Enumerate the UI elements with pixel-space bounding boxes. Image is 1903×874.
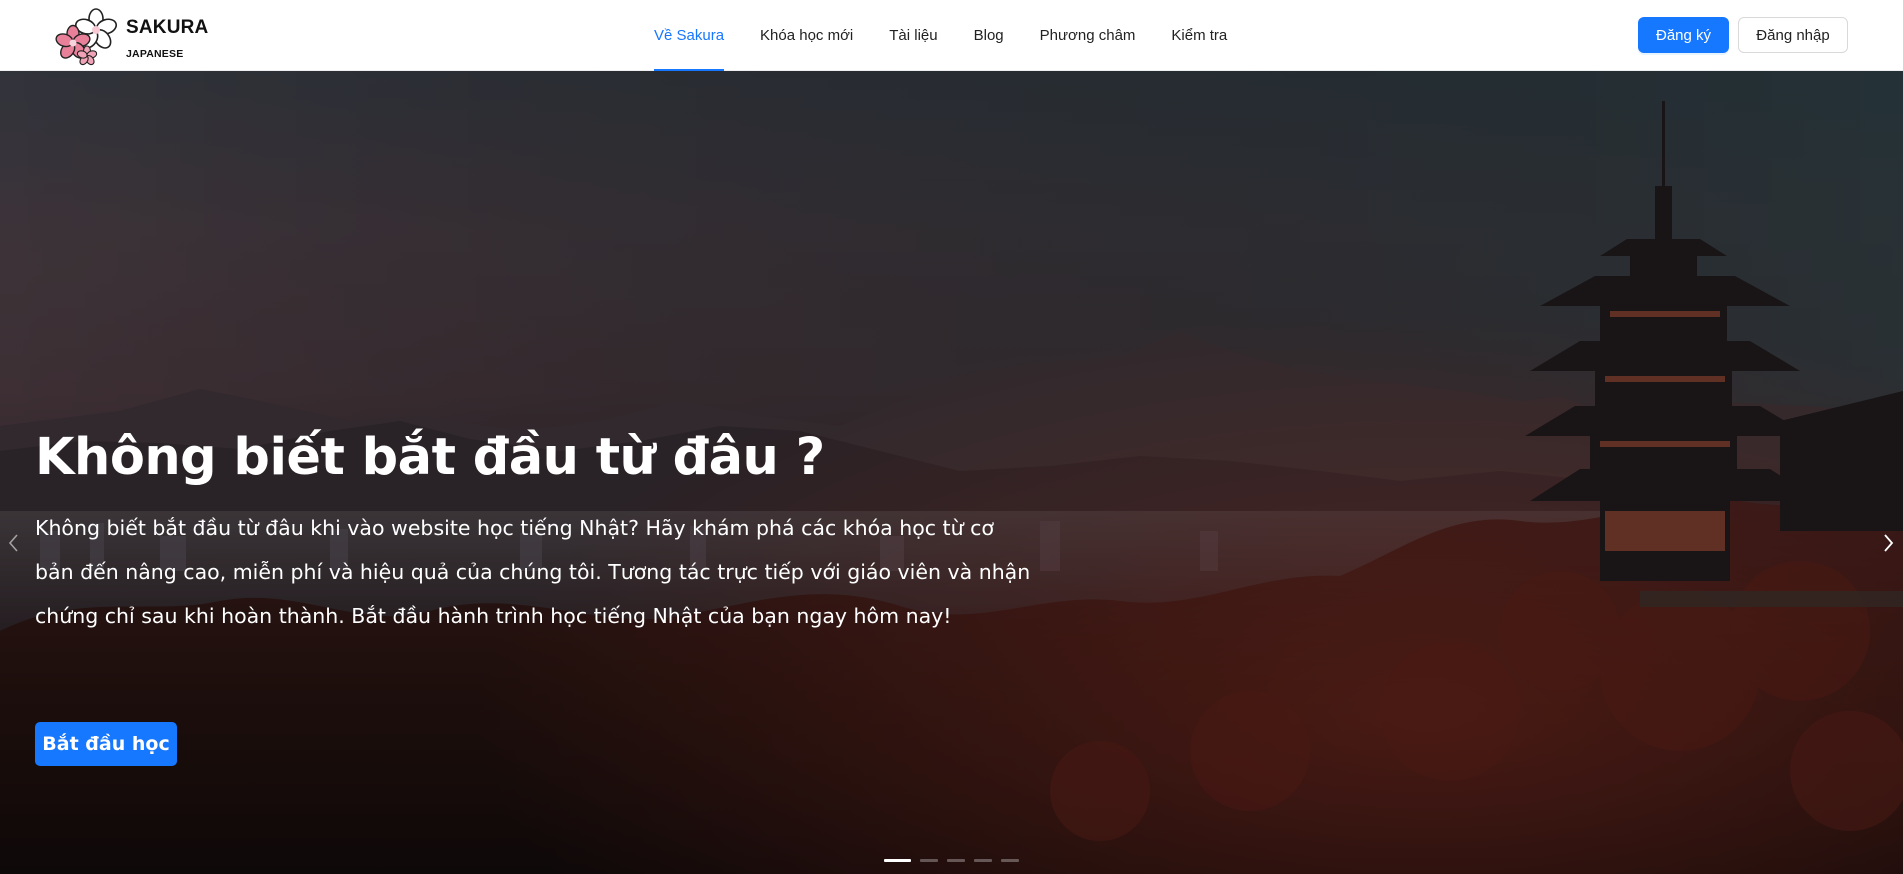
carousel-dot-4[interactable] [974,859,992,862]
site-logo[interactable]: SAKURA JAPANESE [54,6,214,66]
hero-title: Không biết bắt đầu từ đâu ? [35,428,825,487]
nav-item-blog[interactable]: Blog [974,0,1004,71]
login-button[interactable]: Đăng nhập [1738,17,1848,53]
carousel-dot-3[interactable] [947,859,965,862]
chevron-left-icon [8,534,18,552]
nav-item-tai-lieu[interactable]: Tài liệu [889,0,937,71]
carousel-dot-2[interactable] [920,859,938,862]
nav-item-phuong-cham[interactable]: Phương châm [1040,0,1136,71]
carousel-prev-button[interactable] [2,531,26,555]
carousel-dot-5[interactable] [1001,859,1019,862]
main-nav: Về Sakura Khóa học mới Tài liệu Blog Phư… [654,0,1227,71]
logo-title: SAKURA [126,17,209,38]
nav-item-kiem-tra[interactable]: Kiểm tra [1171,0,1227,71]
chevron-right-icon [1884,534,1894,552]
site-header: SAKURA JAPANESE Về Sakura Khóa học mới T… [0,0,1903,71]
hero-description: Không biết bắt đầu từ đâu khi vào websit… [35,516,1031,628]
nav-item-ve-sakura[interactable]: Về Sakura [654,0,725,71]
nav-item-khoa-hoc-moi[interactable]: Khóa học mới [760,0,853,71]
logo-subtitle: JAPANESE [126,48,184,60]
sakura-flower-icon [55,8,118,66]
carousel-dots [884,859,1019,862]
carousel-next-button[interactable] [1876,531,1900,555]
register-button[interactable]: Đăng ký [1638,17,1729,53]
start-learning-button[interactable]: Bắt đầu học [35,722,177,766]
carousel-dot-1[interactable] [884,859,911,862]
